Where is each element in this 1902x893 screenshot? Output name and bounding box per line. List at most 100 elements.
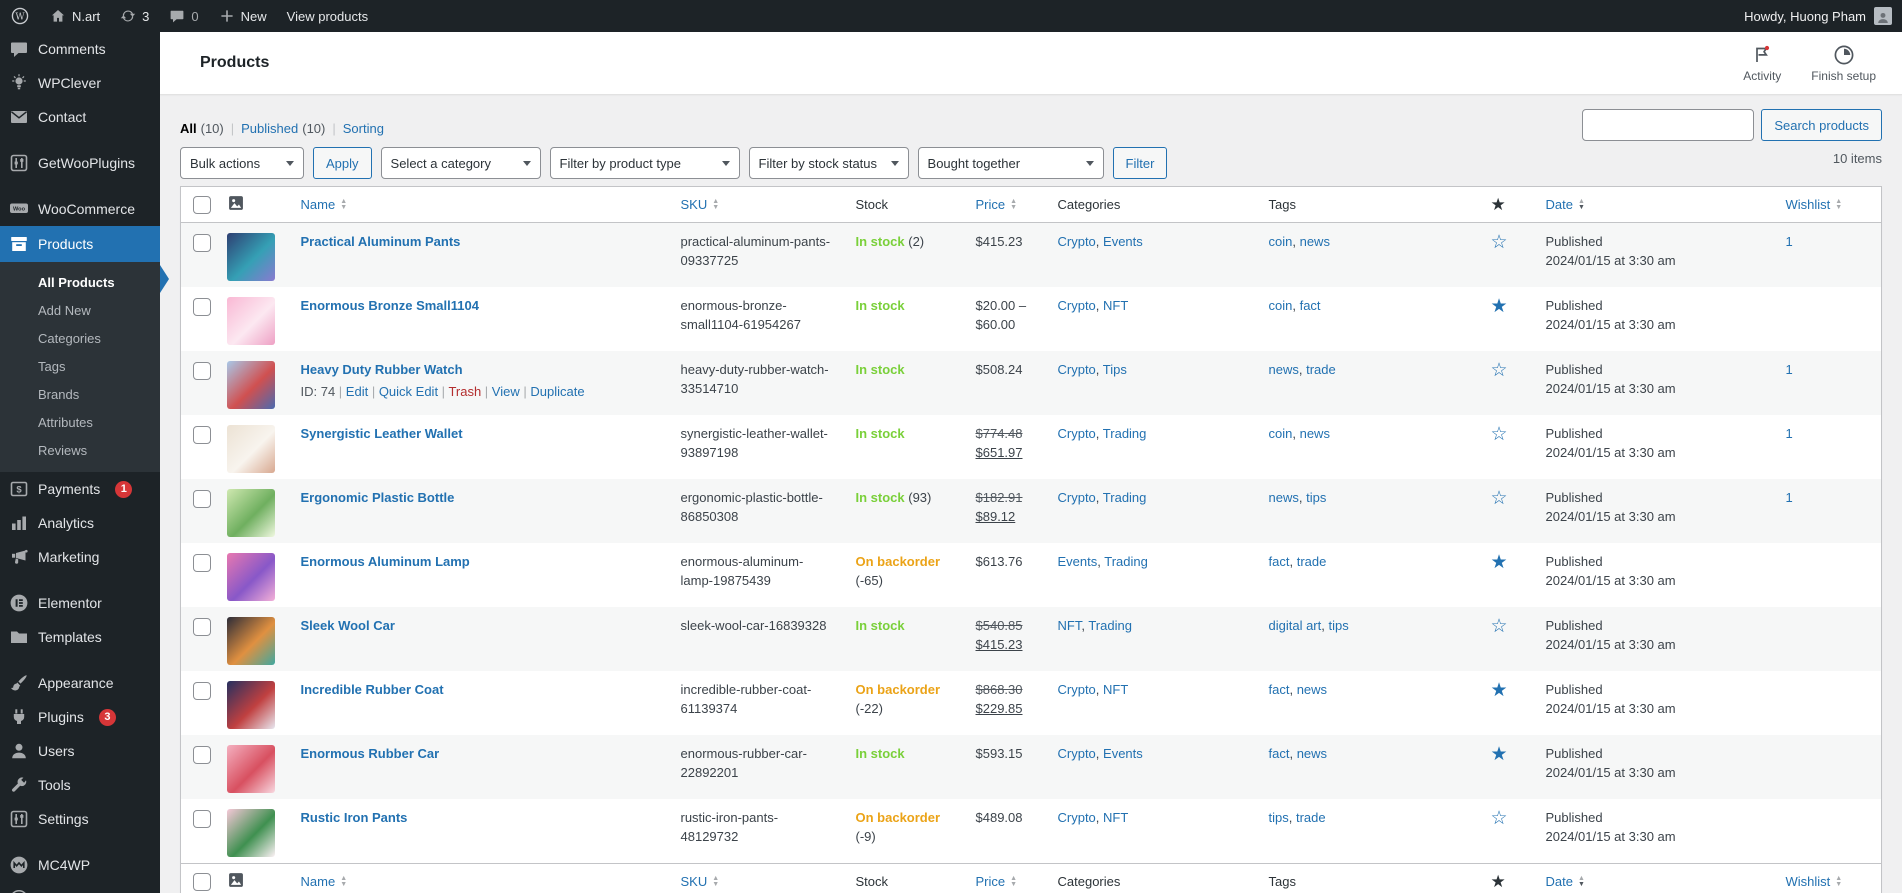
product-thumbnail[interactable]: [226, 681, 275, 729]
sidebar-item-elementor[interactable]: Elementor: [0, 586, 160, 620]
product-name-link[interactable]: Incredible Rubber Coat: [301, 682, 444, 697]
header-action-activity[interactable]: Activity: [1743, 44, 1781, 83]
category-link-nft[interactable]: NFT: [1058, 618, 1082, 633]
product-thumbnail[interactable]: [226, 425, 275, 473]
row-checkbox[interactable]: [193, 361, 211, 380]
category-link-events[interactable]: Events: [1103, 746, 1143, 761]
admin-bar-item-0[interactable]: 0: [159, 0, 208, 32]
category-link-trading[interactable]: Trading: [1103, 426, 1147, 441]
admin-bar-item-n-art[interactable]: N.art: [40, 0, 110, 32]
tag-link-fact[interactable]: fact: [1269, 554, 1290, 569]
column-header-name[interactable]: Name ▲ ▼: [290, 186, 671, 223]
column-header-name[interactable]: Name ▲ ▼: [290, 863, 671, 893]
featured-star-filled[interactable]: ★: [1491, 744, 1508, 765]
tag-link-tips[interactable]: tips: [1306, 490, 1326, 505]
avatar[interactable]: [1874, 7, 1892, 25]
sidebar-item-settings[interactable]: Settings: [0, 802, 160, 836]
featured-star-outline[interactable]: ☆: [1491, 488, 1508, 509]
product-thumbnail[interactable]: [226, 297, 275, 345]
category-link-trading[interactable]: Trading: [1088, 618, 1132, 633]
sidebar-subitem-reviews[interactable]: Reviews: [0, 437, 160, 465]
product-thumbnail[interactable]: [226, 233, 275, 281]
filter-select-filter-by-product-type[interactable]: Filter by product type: [549, 147, 740, 179]
sidebar-item-mc4wp[interactable]: MC4WP: [0, 848, 160, 882]
product-name-link[interactable]: Rustic Iron Pants: [301, 810, 408, 825]
category-link-nft[interactable]: NFT: [1103, 298, 1128, 313]
column-header-wishlist[interactable]: Wishlist ▲ ▼: [1775, 186, 1882, 223]
row-action-quick-edit[interactable]: Quick Edit: [379, 384, 438, 399]
admin-bar-item-view-products[interactable]: View products: [277, 0, 378, 32]
column-header-price[interactable]: Price ▲ ▼: [965, 863, 1048, 893]
status-view-sorting[interactable]: Sorting: [343, 121, 388, 136]
row-checkbox[interactable]: [193, 297, 211, 316]
sidebar-item-plugins[interactable]: Plugins 3: [0, 700, 160, 734]
category-link-crypto[interactable]: Crypto: [1058, 682, 1096, 697]
sidebar-item-woocommerce[interactable]: Woo WooCommerce: [0, 192, 160, 226]
wishlist-count-link[interactable]: 1: [1786, 490, 1793, 505]
category-link-events[interactable]: Events: [1103, 234, 1143, 249]
sidebar-subitem-brands[interactable]: Brands: [0, 381, 160, 409]
row-checkbox[interactable]: [193, 425, 211, 444]
featured-star-filled[interactable]: ★: [1491, 680, 1508, 701]
sidebar-item-getwooplugins[interactable]: GetWooPlugins: [0, 146, 160, 180]
header-action-finish-setup[interactable]: Finish setup: [1811, 44, 1876, 83]
sidebar-item-templates[interactable]: Templates: [0, 620, 160, 654]
search-products-button[interactable]: Search products: [1761, 109, 1882, 141]
filter-select-filter-by-stock-status[interactable]: Filter by stock status: [748, 147, 909, 179]
sidebar-item-products[interactable]: Products: [0, 226, 160, 262]
sidebar-item-users[interactable]: Users: [0, 734, 160, 768]
tag-link-coin[interactable]: coin: [1269, 298, 1293, 313]
tag-link-news[interactable]: news: [1297, 746, 1327, 761]
filter-button[interactable]: Filter: [1112, 147, 1168, 179]
product-name-link[interactable]: Sleek Wool Car: [301, 618, 395, 633]
category-link-events[interactable]: Events: [1058, 554, 1098, 569]
product-name-link[interactable]: Enormous Aluminum Lamp: [301, 554, 470, 569]
column-header-date[interactable]: Date ▲ ▼: [1535, 186, 1776, 223]
sidebar-subitem-all-products[interactable]: All Products: [0, 269, 160, 297]
sidebar-item-appearance[interactable]: Appearance: [0, 666, 160, 700]
column-header-featured[interactable]: ★: [1480, 186, 1536, 223]
category-link-crypto[interactable]: Crypto: [1058, 490, 1096, 505]
category-link-crypto[interactable]: Crypto: [1058, 234, 1096, 249]
product-name-link[interactable]: Synergistic Leather Wallet: [301, 426, 463, 441]
select-all-checkbox[interactable]: [193, 872, 211, 891]
sidebar-item-analytics[interactable]: Analytics: [0, 506, 160, 540]
select-all-checkbox[interactable]: [193, 195, 211, 214]
row-checkbox[interactable]: [193, 681, 211, 700]
sidebar-subitem-add-new[interactable]: Add New: [0, 297, 160, 325]
sidebar-subitem-tags[interactable]: Tags: [0, 353, 160, 381]
product-thumbnail[interactable]: [226, 745, 275, 793]
product-name-link[interactable]: Heavy Duty Rubber Watch: [301, 362, 463, 377]
category-link-trading[interactable]: Trading: [1103, 490, 1147, 505]
tag-link-trade[interactable]: trade: [1296, 810, 1326, 825]
row-checkbox[interactable]: [193, 617, 211, 636]
product-thumbnail[interactable]: [226, 489, 275, 537]
column-header-sku[interactable]: SKU ▲ ▼: [670, 863, 846, 893]
wishlist-count-link[interactable]: 1: [1786, 426, 1793, 441]
tag-link-fact[interactable]: fact: [1269, 682, 1290, 697]
category-link-trading[interactable]: Trading: [1104, 554, 1148, 569]
category-link-tips[interactable]: Tips: [1103, 362, 1127, 377]
wishlist-count-link[interactable]: 1: [1786, 234, 1793, 249]
tag-link-news[interactable]: news: [1300, 234, 1330, 249]
column-header-sku[interactable]: SKU ▲ ▼: [670, 186, 846, 223]
sidebar-item-slider-revolution[interactable]: Slider Revolution: [0, 882, 160, 893]
tag-link-news[interactable]: news: [1269, 362, 1299, 377]
tag-link-coin[interactable]: coin: [1269, 426, 1293, 441]
search-input[interactable]: [1582, 109, 1755, 141]
tag-link-coin[interactable]: coin: [1269, 234, 1293, 249]
admin-bar-item-new[interactable]: New: [209, 0, 277, 32]
row-checkbox[interactable]: [193, 809, 211, 828]
category-link-crypto[interactable]: Crypto: [1058, 362, 1096, 377]
sidebar-item-contact[interactable]: Contact: [0, 100, 160, 134]
bulk-actions-select[interactable]: Bulk actions: [180, 147, 304, 179]
tag-link-news[interactable]: news: [1300, 426, 1330, 441]
tag-link-digital-art[interactable]: digital art: [1269, 618, 1322, 633]
featured-star-filled[interactable]: ★: [1491, 296, 1508, 317]
sidebar-item-tools[interactable]: Tools: [0, 768, 160, 802]
product-thumbnail[interactable]: [226, 809, 275, 857]
row-checkbox[interactable]: [193, 489, 211, 508]
row-action-duplicate[interactable]: Duplicate: [530, 384, 584, 399]
status-view-published[interactable]: Published (10): [241, 121, 325, 136]
tag-link-trade[interactable]: trade: [1306, 362, 1336, 377]
